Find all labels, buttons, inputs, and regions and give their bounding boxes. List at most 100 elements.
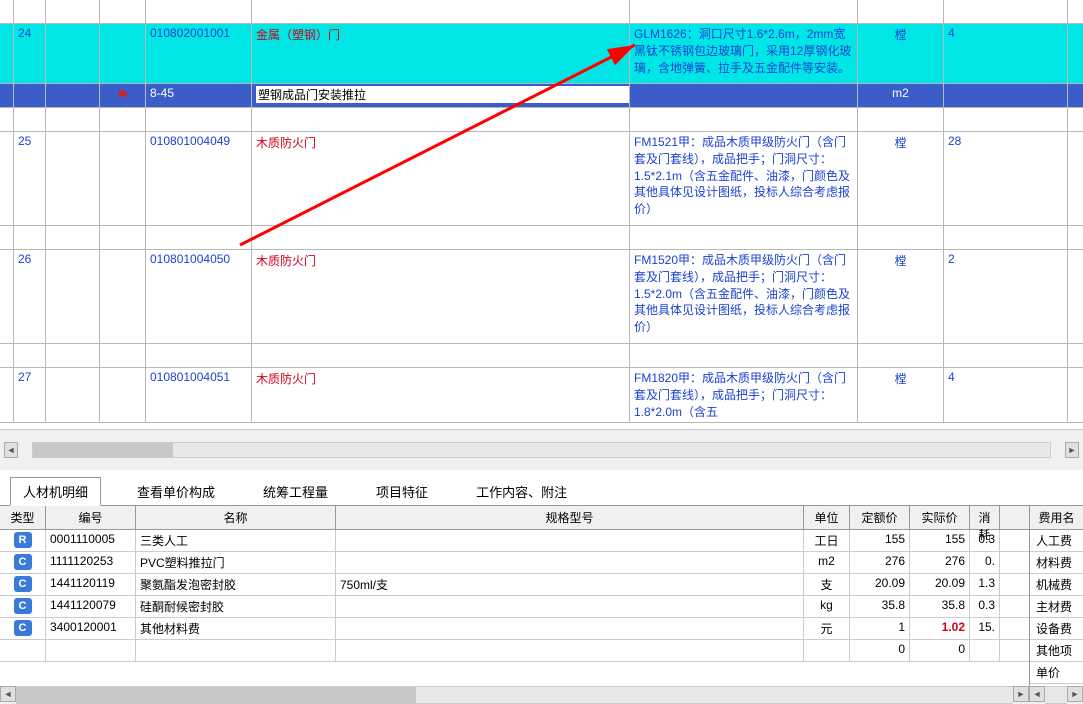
right-col-header[interactable]: 费用名 [1030,506,1083,530]
tab-项目特征[interactable]: 项目特征 [364,478,440,505]
type-badge: C [14,620,32,636]
name-cell [136,640,336,661]
col-cons[interactable]: 消耗 [970,506,1000,529]
type-cell: C [0,618,46,639]
bottom-scroll-thumb[interactable] [16,687,416,703]
bottom-hscroll[interactable]: ◄ ► ◄ ► [0,686,1083,704]
detail-row[interactable]: 00 [0,640,1029,662]
name-input[interactable]: 塑钢成品门安装推拉 [256,86,630,103]
unit-cell: 樘 [858,368,944,422]
unit-cell [804,640,850,661]
cost-item[interactable]: 其他项 [1030,640,1083,662]
bottom-scroll-left[interactable]: ◄ [0,686,16,702]
type-cell [0,640,46,661]
col-code[interactable]: 编号 [46,506,136,529]
scroll-left-btn[interactable]: ◄ [4,442,18,458]
qty-cell: 28 [944,132,1068,225]
col-name[interactable]: 名称 [136,506,336,529]
unit-cell: kg [804,596,850,617]
name-cell: 木质防火门 [252,250,630,343]
right-scroll-left[interactable]: ◄ [1029,686,1045,702]
col-spec[interactable]: 规格型号 [336,506,804,529]
name-cell: 其他材料费 [136,618,336,639]
unit-cell: m2 [858,84,944,107]
spec-cell: 750ml/支 [336,574,804,595]
cons-cell: 0.3 [970,530,1000,551]
scroll-right-btn[interactable]: ► [1065,442,1079,458]
desc-cell: GLM1626：洞口尺寸1.6*2.6m，2mm宽黑钛不锈钢包边玻璃门，采用12… [630,24,858,83]
name-cell[interactable]: 塑钢成品门安装推拉 [252,84,630,107]
type-badge: C [14,598,32,614]
grid-row[interactable]: 24010802001001金属（塑钢）门GLM1626：洞口尺寸1.6*2.6… [0,24,1083,84]
cost-item[interactable]: 主材费 [1030,596,1083,618]
cons-cell: 0.3 [970,596,1000,617]
code-cell: 010802001001 [146,24,252,83]
detail-row[interactable]: C1441120079硅酮耐候密封胶kg35.835.80.3 [0,596,1029,618]
cost-item[interactable]: 机械费 [1030,574,1083,596]
cons-cell: 1.3 [970,574,1000,595]
code-cell: 1441120119 [46,574,136,595]
type-cell: R [0,530,46,551]
cons-cell: 15. [970,618,1000,639]
grid-row[interactable] [0,344,1083,368]
col-type[interactable]: 类型 [0,506,46,529]
unit-cell: 元 [804,618,850,639]
detail-row[interactable]: C3400120001其他材料费元11.0215. [0,618,1029,640]
code-cell: 8-45 [146,84,252,107]
detail-row[interactable]: C1111120253PVC塑料推拉门m22762760. [0,552,1029,574]
grid-row[interactable] [0,108,1083,132]
grid-row[interactable]: 27010801004051木质防火门FM1820甲：成品木质甲级防火门（含门套… [0,368,1083,423]
detail-row[interactable]: C1441120119聚氨酯发泡密封胶750ml/支支20.0920.091.3 [0,574,1029,596]
tab-人材机明细[interactable]: 人材机明细 [10,477,101,506]
dprice-cell: 35.8 [850,596,910,617]
detail-header-row: 类型 编号 名称 规格型号 单位 定额价 实际价 消耗 [0,506,1029,530]
cost-item[interactable]: 设备费 [1030,618,1083,640]
cost-item[interactable]: 人工费 [1030,530,1083,552]
tab-查看单价构成[interactable]: 查看单价构成 [125,478,227,505]
desc-cell: FM1520甲：成品木质甲级防火门（含门套及门套线），成品把手；门洞尺寸：1.5… [630,250,858,343]
qty-cell: 4 [944,24,1068,83]
dprice-cell: 20.09 [850,574,910,595]
aprice-cell: 276 [910,552,970,573]
tab-工作内容、附注[interactable]: 工作内容、附注 [464,478,579,505]
qty-cell: 4 [944,368,1068,422]
scroll-thumb[interactable] [33,443,173,457]
grid-row[interactable]: 25010801004049木质防火门FM1521甲：成品木质甲级防火门（含门套… [0,132,1083,226]
detail-tabs: 人材机明细查看单价构成统筹工程量项目特征工作内容、附注 [0,478,1083,506]
name-cell: 木质防火门 [252,132,630,225]
col-unit[interactable]: 单位 [804,506,850,529]
main-hscroll[interactable]: ◄ ► [0,430,1083,470]
code-cell: 1441120079 [46,596,136,617]
spec-cell [336,552,804,573]
grid-row[interactable] [0,0,1083,24]
bottom-scroll-track[interactable] [16,686,1013,704]
desc-cell: FM1521甲：成品木质甲级防火门（含门套及门套线），成品把手；门洞尺寸：1.5… [630,132,858,225]
code-cell: 010801004051 [146,368,252,422]
name-cell: 三类人工 [136,530,336,551]
col-dprice[interactable]: 定额价 [850,506,910,529]
tab-统筹工程量[interactable]: 统筹工程量 [251,478,340,505]
grid-row[interactable]: ⚑8-45塑钢成品门安装推拉 m2 [0,84,1083,108]
type-cell: C [0,574,46,595]
code-cell [46,640,136,661]
dprice-cell: 1 [850,618,910,639]
col-aprice[interactable]: 实际价 [910,506,970,529]
grid-row[interactable]: 26010801004050木质防火门FM1520甲：成品木质甲级防火门（含门套… [0,250,1083,344]
seq-cell: 24 [14,24,46,83]
flag-cell[interactable]: ⚑ [100,84,146,107]
cost-item[interactable]: 材料费 [1030,552,1083,574]
grid-row[interactable] [0,226,1083,250]
bottom-scroll-right[interactable]: ► [1013,686,1029,702]
unit-cell: 樘 [858,132,944,225]
seq-cell [14,84,46,107]
detail-row[interactable]: R0001110005三类人工工日1551550.3 [0,530,1029,552]
aprice-cell: 35.8 [910,596,970,617]
right-scroll-right[interactable]: ► [1067,686,1083,702]
code-cell: 0001110005 [46,530,136,551]
type-badge: R [14,532,32,548]
cost-item[interactable]: 单价 [1030,662,1083,684]
code-cell: 010801004049 [146,132,252,225]
right-scroll-track[interactable] [1045,686,1067,704]
spec-cell [336,530,804,551]
scroll-track[interactable] [32,442,1051,458]
